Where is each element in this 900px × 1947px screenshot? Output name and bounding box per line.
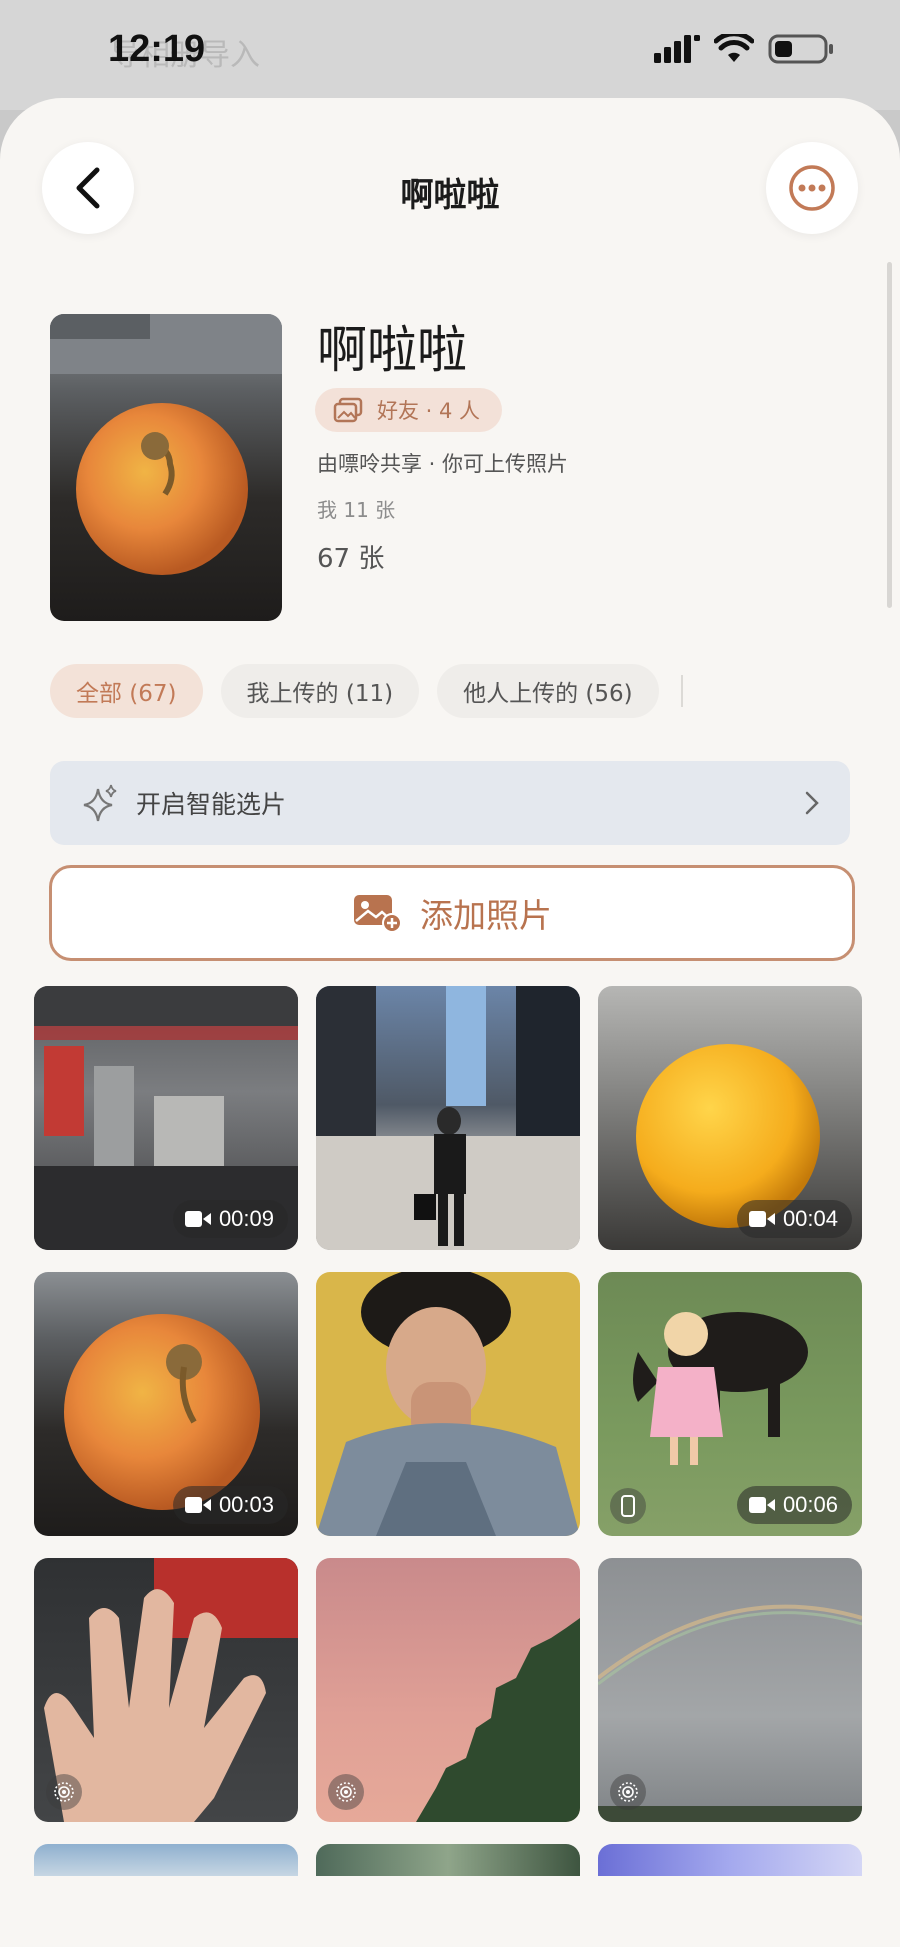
status-bar: 12:19 <box>0 0 900 100</box>
shared-by-text: 由嘌呤共享 · 你可上传照片 <box>317 452 569 476</box>
status-time: 12:19 <box>108 28 206 70</box>
chevron-right-icon <box>805 791 819 815</box>
album-cover[interactable] <box>50 314 282 621</box>
tab-others-uploads[interactable]: 他人上传的 (56) <box>437 664 659 718</box>
live-photo-icon <box>46 1774 82 1810</box>
add-photo-label: 添加照片 <box>420 896 552 935</box>
photo-tile[interactable]: 00:04 <box>598 986 862 1250</box>
photo-tile[interactable] <box>598 1844 862 1876</box>
wifi-icon <box>714 34 754 62</box>
album-sheet: 啊啦啦 啊啦啦 好友 · 4 人 由嘌呤共享 · 你可上传照片 我 11 张 6… <box>0 98 900 1947</box>
photo-tile[interactable] <box>316 1558 580 1822</box>
video-duration-badge: 00:03 <box>172 1486 288 1524</box>
shared-album-icon <box>333 397 363 423</box>
photo-tile[interactable]: 00:03 <box>34 1272 298 1536</box>
tab-all[interactable]: 全部 (67) <box>50 664 203 718</box>
photo-thumbnail <box>316 986 580 1250</box>
smart-select-row[interactable]: 开启智能选片 <box>50 761 850 845</box>
phone-icon <box>610 1488 646 1524</box>
photo-tile[interactable] <box>34 1558 298 1822</box>
add-photo-button[interactable]: 添加照片 <box>49 865 855 961</box>
video-duration-badge: 00:04 <box>736 1200 852 1238</box>
photo-tile[interactable] <box>34 1844 298 1876</box>
page-title: 啊啦啦 <box>400 175 500 214</box>
member-badge-label: 好友 · 4 人 <box>377 399 481 423</box>
video-camera-icon <box>748 1211 775 1227</box>
video-camera-icon <box>184 1211 211 1227</box>
member-badge[interactable]: 好友 · 4 人 <box>315 388 503 432</box>
video-duration: 00:03 <box>218 1492 274 1517</box>
video-duration: 00:06 <box>782 1492 838 1517</box>
photo-tile[interactable] <box>316 986 580 1250</box>
photo-tile[interactable] <box>316 1272 580 1536</box>
photo-tile[interactable]: 00:09 <box>34 986 298 1250</box>
video-camera-icon <box>748 1497 775 1513</box>
more-icon <box>789 165 835 211</box>
smart-select-label: 开启智能选片 <box>136 790 287 819</box>
more-options-button[interactable] <box>766 142 858 234</box>
total-photo-count: 67 张 <box>317 544 385 574</box>
battery-icon <box>768 34 833 64</box>
photo-tile[interactable] <box>316 1844 580 1876</box>
add-photo-icon <box>354 895 402 933</box>
cellular-signal-icon <box>654 35 700 63</box>
tab-my-uploads[interactable]: 我上传的 (11) <box>220 664 420 718</box>
live-photo-icon <box>610 1774 646 1810</box>
live-photo-icon <box>328 1774 364 1810</box>
tab-divider <box>680 675 683 707</box>
photo-thumbnail <box>316 1272 580 1536</box>
photo-tile[interactable]: 00:06 <box>598 1272 862 1536</box>
video-duration: 00:04 <box>782 1206 838 1231</box>
my-photo-count: 我 11 张 <box>317 498 396 522</box>
cover-image <box>50 314 282 575</box>
filter-tabs: 全部 (67) 我上传的 (11) 他人上传的 (56) <box>50 664 683 718</box>
video-duration-badge: 00:06 <box>736 1486 852 1524</box>
scrollbar[interactable] <box>887 262 892 608</box>
album-name: 啊啦啦 <box>317 321 467 379</box>
video-camera-icon <box>184 1497 211 1513</box>
video-duration: 00:09 <box>218 1206 274 1231</box>
sparkle-icon <box>83 784 117 822</box>
video-duration-badge: 00:09 <box>172 1200 288 1238</box>
photo-tile[interactable] <box>598 1558 862 1822</box>
